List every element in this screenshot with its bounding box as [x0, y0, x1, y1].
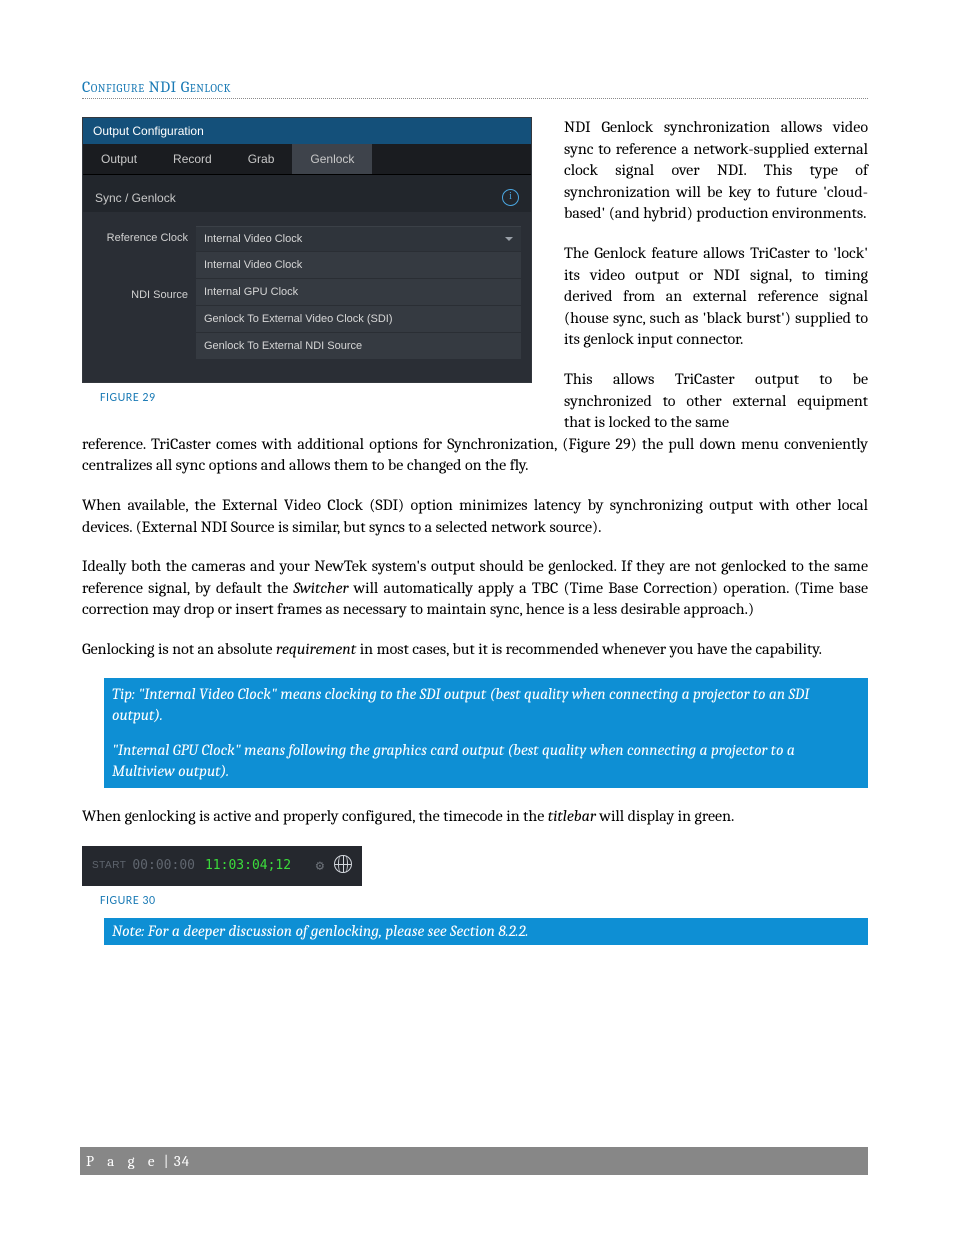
dropdown-option[interactable]: Internal Video Clock [196, 251, 521, 278]
figure-29-caption: FIGURE 29 [100, 391, 532, 405]
reference-clock-dropdown[interactable]: Internal Video Clock [196, 226, 521, 251]
timecode-active: 11:03:04;12 [205, 858, 291, 873]
timecode-zero: 00:00:00 [132, 858, 195, 873]
body-text: This allows TriCaster output to be synch… [564, 369, 868, 434]
tab-grab[interactable]: Grab [230, 144, 293, 174]
dropdown-list: Internal Video Clock Internal GPU Clock … [196, 251, 521, 359]
page-footer: P a g e | 34 [80, 1147, 868, 1175]
info-icon[interactable]: i [502, 189, 519, 206]
reference-clock-label: Reference Clock [93, 226, 196, 359]
tab-record[interactable]: Record [155, 144, 230, 174]
gear-icon[interactable]: ⚙ [316, 858, 324, 874]
timecode-bar: START 00:00:00 11:03:04;12 ⚙ [82, 846, 362, 886]
dropdown-option[interactable]: Internal GPU Clock [196, 278, 521, 305]
body-text: NDI Genlock synchronization allows video… [564, 117, 868, 225]
tip-callout: Tip: "Internal Video Clock" means clocki… [104, 678, 868, 788]
panel-tabs: Output Record Grab Genlock [83, 144, 531, 175]
body-text: When available, the External Video Clock… [82, 495, 868, 538]
body-text: The Genlock feature allows TriCaster to … [564, 243, 868, 351]
body-text: Genlocking is not an absolute requiremen… [82, 639, 868, 661]
panel-title: Output Configuration [83, 118, 531, 144]
body-text: Ideally both the cameras and your NewTek… [82, 556, 868, 621]
tab-genlock[interactable]: Genlock [292, 144, 372, 174]
globe-icon[interactable] [334, 855, 352, 877]
start-label: START [92, 860, 126, 871]
panel-section-header: Sync / Genlock i [83, 175, 531, 212]
tip-text: Tip: "Internal Video Clock" means clocki… [112, 684, 860, 726]
tab-output[interactable]: Output [83, 144, 155, 174]
tip-text: "Internal GPU Clock" means following the… [112, 740, 860, 782]
dropdown-selected: Internal Video Clock [204, 233, 302, 245]
output-config-panel: Output Configuration Output Record Grab … [82, 117, 532, 383]
section-heading: Configure NDI Genlock [82, 78, 868, 99]
note-callout: Note: For a deeper discussion of genlock… [104, 918, 868, 945]
body-text: reference. TriCaster comes with addition… [82, 434, 868, 477]
chevron-down-icon [505, 237, 513, 241]
body-text: When genlocking is active and properly c… [82, 806, 868, 828]
section-label: Sync / Genlock [95, 191, 176, 205]
dropdown-option[interactable]: Genlock To External Video Clock (SDI) [196, 305, 521, 332]
figure-30-caption: FIGURE 30 [100, 894, 868, 908]
dropdown-option[interactable]: Genlock To External NDI Source [196, 332, 521, 359]
